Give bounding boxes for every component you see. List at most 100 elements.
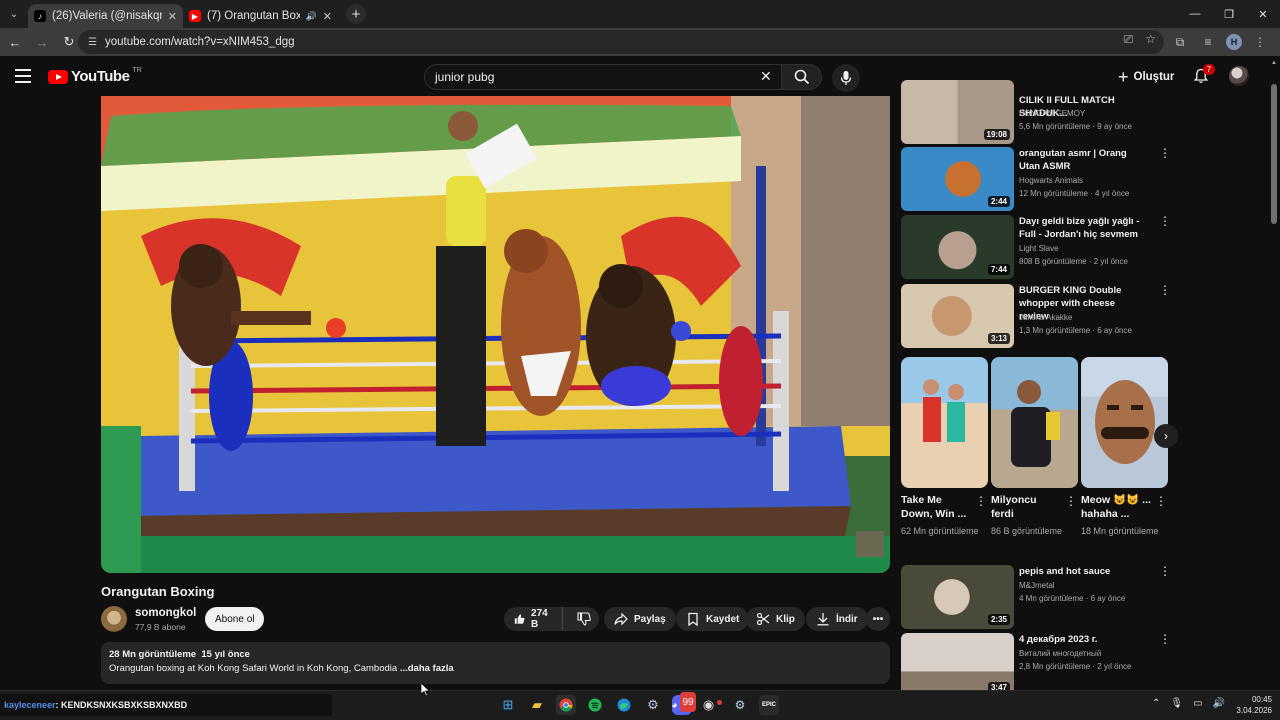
- save-button[interactable]: Kaydet: [676, 607, 750, 631]
- chat-username: kayleceneer: [4, 700, 56, 710]
- search-input[interactable]: junior pubg: [424, 64, 782, 90]
- short-title[interactable]: Take Me Down, Win ...: [901, 493, 971, 521]
- search-button[interactable]: [782, 64, 822, 90]
- short-thumbnail[interactable]: [1081, 357, 1168, 488]
- more-vertical-icon[interactable]: ⋮: [1155, 495, 1167, 507]
- recommendation-item[interactable]: 7:44 Dayı geldi bize yağlı yağlı - Full …: [901, 215, 1176, 279]
- video-thumbnail[interactable]: 2:35: [901, 565, 1014, 629]
- microphone-tray-icon[interactable]: 🎙: [1170, 698, 1183, 709]
- spotify-icon[interactable]: [585, 695, 605, 715]
- subscribe-button[interactable]: Abone ol: [205, 607, 265, 631]
- address-bar[interactable]: ☰ youtube.com/watch?v=xNIM453_dgg ⎚ ☆: [78, 30, 1164, 54]
- voice-search-button[interactable]: [832, 64, 860, 92]
- forward-button[interactable]: →: [30, 30, 54, 54]
- clear-search-icon[interactable]: ✕: [760, 68, 772, 85]
- steam-icon[interactable]: ⚙: [730, 695, 750, 715]
- short-thumbnail[interactable]: [991, 357, 1078, 488]
- like-count: 274 B: [531, 608, 548, 630]
- new-tab-button[interactable]: +: [346, 4, 366, 24]
- tab-tiktok[interactable]: ♪ (26)Valeria (@nisakqrrr) | TikTok ✕: [28, 4, 183, 28]
- download-button[interactable]: İndir: [806, 607, 868, 631]
- settings-app-icon[interactable]: ⚙: [643, 695, 663, 715]
- more-vertical-icon[interactable]: ⋮: [1065, 495, 1077, 507]
- recommendation-item[interactable]: 3:47 4 декабря 2023 г. Виталий многодетн…: [901, 633, 1176, 690]
- recommendation-channel[interactable]: Виталий многодетный: [1019, 649, 1101, 658]
- tab-title: (26)Valeria (@nisakqrrr) | TikTok: [52, 10, 162, 22]
- video-thumbnail[interactable]: 3:13: [901, 284, 1014, 348]
- video-thumbnail[interactable]: 7:44: [901, 215, 1014, 279]
- recommendation-channel[interactable]: M&Jmetal: [1019, 581, 1055, 590]
- github-desktop-icon[interactable]: ◉: [701, 695, 723, 715]
- chevron-right-icon[interactable]: ›: [1154, 424, 1178, 448]
- video-thumbnail[interactable]: 2:44: [901, 147, 1014, 211]
- edge-icon[interactable]: [614, 695, 634, 715]
- account-avatar[interactable]: [1229, 66, 1249, 86]
- short-item[interactable]: Meow 😺😺 ... hahaha ... 18 Mn görüntüleme…: [1081, 357, 1168, 538]
- minimize-icon[interactable]: —: [1178, 0, 1212, 28]
- youtube-logo[interactable]: YouTube TR: [48, 67, 142, 85]
- tab-youtube[interactable]: ▶ (7) Orangutan Boxing - You 🔊 ✕: [183, 4, 338, 28]
- short-item[interactable]: Milyoncu ferdi 86 B görüntüleme ⋮: [991, 357, 1078, 538]
- epic-games-icon[interactable]: EPIC: [759, 695, 779, 715]
- maximize-icon[interactable]: ❐: [1212, 0, 1246, 28]
- more-actions-button[interactable]: •••: [866, 607, 890, 631]
- show-more-link[interactable]: ...daha fazla: [400, 663, 454, 674]
- short-thumbnail[interactable]: [901, 357, 988, 488]
- recommendation-title[interactable]: orangutan asmr | Orang Utan ASMR: [1019, 147, 1147, 173]
- media-control-icon[interactable]: ≡: [1198, 35, 1218, 49]
- browser-toolbar: ← → ↻ ☰ youtube.com/watch?v=xNIM453_dgg …: [0, 28, 1280, 56]
- recommendation-title[interactable]: 4 декабря 2023 г.: [1019, 633, 1147, 646]
- short-title[interactable]: Milyoncu ferdi: [991, 493, 1061, 521]
- recommendation-channel[interactable]: Jakeka Akakke: [1019, 313, 1072, 322]
- profile-avatar[interactable]: H: [1226, 34, 1242, 50]
- recommendation-item[interactable]: 3:13 BURGER KING Double whopper with che…: [901, 284, 1176, 348]
- more-vertical-icon[interactable]: ⋮: [1159, 565, 1171, 577]
- close-window-icon[interactable]: ✕: [1246, 0, 1280, 28]
- video-player[interactable]: [101, 96, 890, 573]
- channel-name[interactable]: somongkol: [135, 607, 196, 619]
- dislike-button[interactable]: [569, 607, 599, 631]
- guide-menu-icon[interactable]: [15, 69, 31, 83]
- display-icon[interactable]: ▭: [1193, 698, 1202, 709]
- chrome-icon[interactable]: [556, 695, 576, 715]
- volume-icon[interactable]: 🔊: [1213, 698, 1225, 709]
- description-box[interactable]: 28 Mn görüntüleme 15 yıl önce Orangutan …: [101, 642, 890, 684]
- recommendation-stats: 808 B görüntüleme · 2 yıl önce: [1019, 257, 1128, 266]
- extensions-icon[interactable]: ⧉: [1170, 35, 1190, 50]
- discord-icon[interactable]: ◕ 99: [671, 692, 696, 715]
- more-vertical-icon[interactable]: ⋮: [975, 495, 987, 507]
- recommendation-item[interactable]: 2:35 pepis and hot sauce M&Jmetal 4 Mn g…: [901, 565, 1176, 629]
- recommendation-channel[interactable]: Light Slave: [1019, 244, 1059, 253]
- short-title[interactable]: Meow 😺😺 ... hahaha ...: [1081, 493, 1151, 521]
- video-thumbnail[interactable]: 3:47: [901, 633, 1014, 690]
- share-button[interactable]: Paylaş: [604, 607, 676, 631]
- site-info-icon[interactable]: ☰: [88, 37, 97, 48]
- page-scrollbar[interactable]: [1271, 84, 1277, 224]
- taskbar-clock[interactable]: 00:45 3.04.2026: [1228, 694, 1272, 716]
- tab-search-chevron-icon[interactable]: ⌄: [0, 0, 28, 28]
- scroll-up-arrow-icon[interactable]: ▲: [1269, 60, 1279, 66]
- more-vertical-icon[interactable]: ⋮: [1159, 284, 1171, 296]
- short-item[interactable]: Take Me Down, Win ... 62 Mn görüntüleme …: [901, 357, 988, 538]
- recommendation-title[interactable]: pepis and hot sauce: [1019, 565, 1147, 578]
- clip-button[interactable]: Klip: [746, 607, 805, 631]
- recommendation-title[interactable]: Dayı geldi bize yağlı yağlı - Full - Jor…: [1019, 215, 1147, 241]
- browser-menu-icon[interactable]: ⋮: [1250, 35, 1270, 49]
- more-vertical-icon[interactable]: ⋮: [1159, 147, 1171, 159]
- more-vertical-icon[interactable]: ⋮: [1159, 633, 1171, 645]
- windows-start-icon[interactable]: ⊞: [498, 695, 518, 715]
- close-tab-icon[interactable]: ✕: [168, 10, 177, 23]
- short-scene: [1095, 380, 1155, 464]
- close-tab-icon[interactable]: ✕: [323, 10, 332, 23]
- back-button[interactable]: ←: [3, 30, 27, 54]
- file-explorer-icon[interactable]: ▰: [527, 695, 547, 715]
- tray-overflow-icon[interactable]: ⌃: [1152, 698, 1160, 709]
- like-button[interactable]: 274 B: [504, 607, 563, 631]
- more-vertical-icon[interactable]: ⋮: [1159, 215, 1171, 227]
- cast-icon[interactable]: ⎚: [1124, 32, 1134, 47]
- channel-avatar[interactable]: [101, 606, 127, 632]
- recommendation-channel[interactable]: Hogwarts Animals: [1019, 176, 1083, 185]
- recommendation-item[interactable]: 2:44 orangutan asmr | Orang Utan ASMR Ho…: [901, 96, 1176, 211]
- bookmark-star-icon[interactable]: ☆: [1145, 32, 1156, 47]
- speaker-icon[interactable]: 🔊: [306, 11, 317, 22]
